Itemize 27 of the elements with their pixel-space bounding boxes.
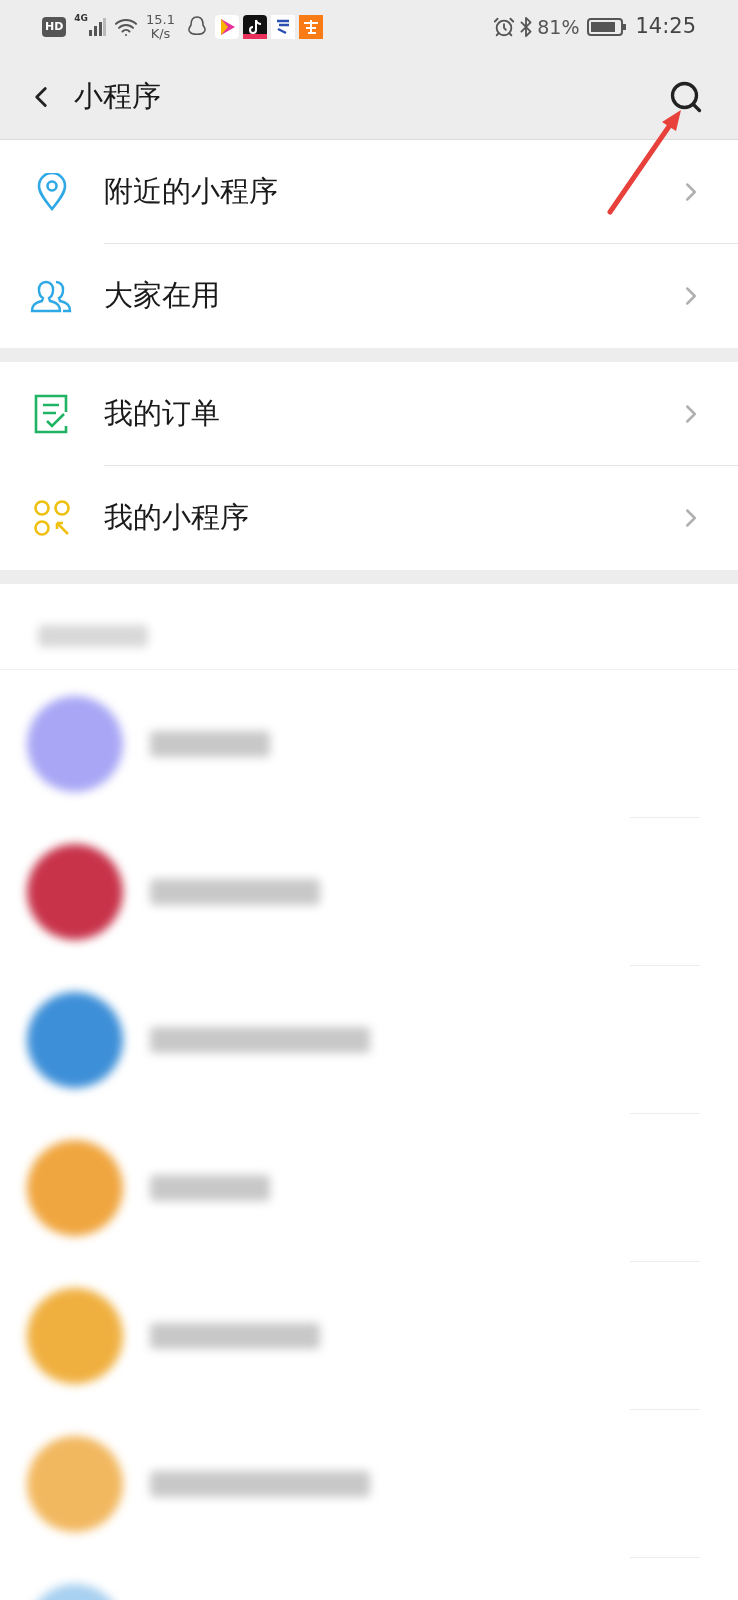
people-icon (30, 278, 74, 314)
network-type: 4G (74, 12, 88, 25)
menu-label: 大家在用 (104, 277, 221, 315)
alarm-icon (493, 16, 516, 38)
menu-label: 我的订单 (104, 394, 221, 432)
music-app-icon (242, 15, 267, 39)
battery-percentage: 81% (537, 14, 580, 40)
network-speed: 15.1 (146, 13, 175, 27)
location-pin-icon (35, 173, 69, 211)
menu-label: 附近的小程序 (104, 172, 279, 210)
play-app-icon (214, 15, 239, 39)
signal-icon (88, 18, 106, 36)
speed-unit: K/s (150, 27, 171, 41)
hd-indicator: HD (42, 16, 67, 38)
menu-label: 我的小程序 (104, 499, 250, 537)
menu-item[interactable]: 我的小程序 (0, 466, 738, 570)
menu-item[interactable]: 我的订单 (0, 362, 738, 466)
menu-item[interactable]: 附近的小程序 (0, 140, 738, 244)
shopping-app-icon (298, 15, 323, 39)
battery-icon (587, 17, 628, 37)
news-app-icon (270, 15, 295, 39)
page-title: 小程序 (74, 77, 162, 115)
clock-time: 14:25 (635, 13, 696, 41)
apps-icon (33, 499, 71, 537)
menu-item[interactable]: 大家在用 (0, 244, 738, 348)
penguin-icon (186, 16, 207, 38)
checklist-icon (34, 394, 70, 434)
